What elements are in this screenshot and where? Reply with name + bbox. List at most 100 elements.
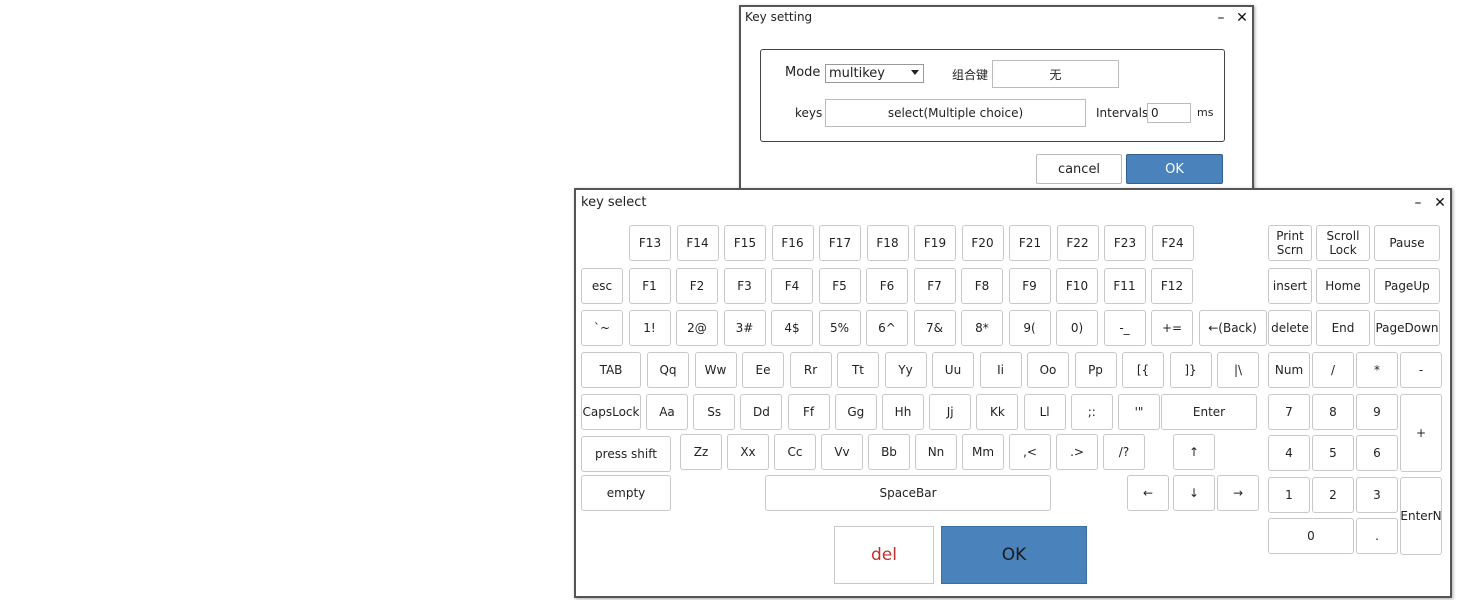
key-symbol[interactable]: /: [1312, 352, 1354, 388]
key-9[interactable]: 9(: [1008, 310, 1051, 346]
key-f20[interactable]: F20: [961, 225, 1004, 261]
key-num[interactable]: Num: [1268, 352, 1310, 388]
key-print-scrn[interactable]: Print Scrn: [1268, 225, 1312, 261]
key-2[interactable]: 2: [1312, 477, 1354, 513]
key-vv[interactable]: Vv: [821, 434, 863, 470]
key-uu[interactable]: Uu: [932, 352, 974, 388]
key-pp[interactable]: Pp: [1074, 352, 1117, 388]
key-yy[interactable]: Yy: [884, 352, 927, 388]
key-scroll-lock[interactable]: Scroll Lock: [1316, 225, 1370, 261]
key-ii[interactable]: Ii: [979, 352, 1022, 388]
key-ww[interactable]: Ww: [694, 352, 737, 388]
key-symbol[interactable]: ;:: [1070, 394, 1113, 430]
key-f24[interactable]: F24: [1151, 225, 1194, 261]
key-6[interactable]: 6^: [866, 310, 908, 346]
key-2[interactable]: 2@: [676, 310, 718, 346]
minimize-icon[interactable]: –: [1409, 194, 1427, 212]
key-rr[interactable]: Rr: [789, 352, 832, 388]
key-f13[interactable]: F13: [629, 225, 671, 261]
key-f21[interactable]: F21: [1009, 225, 1051, 261]
key-5[interactable]: 5: [1312, 435, 1354, 471]
key-pageup[interactable]: PageUp: [1374, 267, 1440, 304]
key-1[interactable]: 1: [1268, 477, 1310, 513]
key-symbol[interactable]: .: [1356, 518, 1398, 554]
key-symbol[interactable]: ]}: [1169, 352, 1212, 388]
key-symbol[interactable]: /?: [1103, 434, 1145, 470]
key-symbol[interactable]: ↓: [1173, 475, 1215, 511]
key-f9[interactable]: F9: [1008, 268, 1051, 304]
key-symbol[interactable]: ←: [1127, 475, 1169, 511]
key-f17[interactable]: F17: [819, 225, 861, 261]
key-ss[interactable]: Ss: [693, 394, 736, 430]
key-9[interactable]: 9: [1356, 394, 1398, 430]
key-f12[interactable]: F12: [1151, 268, 1193, 304]
key-f1[interactable]: F1: [628, 268, 671, 304]
cancel-button[interactable]: cancel: [1036, 154, 1122, 184]
key-entern[interactable]: EnterN: [1400, 477, 1442, 555]
key-f4[interactable]: F4: [771, 268, 813, 304]
key-symbol[interactable]: →: [1217, 475, 1259, 511]
key-f11[interactable]: F11: [1103, 268, 1146, 304]
key-esc[interactable]: esc: [581, 268, 623, 304]
key-symbol[interactable]: +: [1400, 394, 1442, 472]
key-end[interactable]: End: [1316, 310, 1370, 346]
key-1[interactable]: 1!: [628, 310, 671, 346]
keys-select-field[interactable]: select(Multiple choice): [825, 99, 1086, 127]
key-back[interactable]: ←(Back): [1198, 310, 1267, 346]
key-f2[interactable]: F2: [676, 268, 718, 304]
key-symbol[interactable]: |\: [1217, 352, 1259, 388]
key-f10[interactable]: F10: [1056, 268, 1098, 304]
key-hh[interactable]: Hh: [882, 394, 924, 430]
key-4[interactable]: 4: [1268, 435, 1310, 471]
key-dd[interactable]: Dd: [740, 394, 783, 430]
key-8[interactable]: 8: [1312, 394, 1354, 430]
key-zz[interactable]: Zz: [680, 434, 722, 470]
key-press-shift[interactable]: press shift: [581, 436, 671, 472]
key-8[interactable]: 8*: [961, 310, 1003, 346]
key-symbol[interactable]: *: [1356, 352, 1398, 388]
key-gg[interactable]: Gg: [834, 394, 877, 430]
key-0[interactable]: 0: [1268, 518, 1354, 554]
key-f8[interactable]: F8: [961, 268, 1003, 304]
key-ff[interactable]: Ff: [787, 394, 830, 430]
key-cc[interactable]: Cc: [774, 434, 816, 470]
combo-key-field[interactable]: 无: [992, 60, 1119, 88]
intervals-input[interactable]: 0: [1147, 103, 1191, 123]
key-aa[interactable]: Aa: [646, 394, 688, 430]
key-bb[interactable]: Bb: [868, 434, 910, 470]
key-symbol[interactable]: [{: [1122, 352, 1164, 388]
key-pause[interactable]: Pause: [1374, 225, 1440, 261]
key-qq[interactable]: Qq: [647, 352, 689, 388]
key-symbol[interactable]: -: [1400, 352, 1442, 388]
key-mm[interactable]: Mm: [962, 434, 1004, 470]
key-home[interactable]: Home: [1316, 267, 1370, 304]
key-xx[interactable]: Xx: [727, 434, 769, 470]
close-icon[interactable]: ✕: [1233, 9, 1251, 27]
key-f5[interactable]: F5: [818, 268, 861, 304]
key-symbol[interactable]: ↑: [1173, 434, 1215, 470]
key-6[interactable]: 6: [1356, 435, 1398, 471]
del-button[interactable]: del: [834, 526, 934, 584]
key-symbol[interactable]: +=: [1151, 310, 1193, 346]
key-pagedown[interactable]: PageDown: [1374, 310, 1440, 346]
key-tt[interactable]: Tt: [837, 352, 879, 388]
key-delete[interactable]: delete: [1268, 310, 1312, 346]
key-ll[interactable]: Ll: [1023, 394, 1066, 430]
key-kk[interactable]: Kk: [976, 394, 1019, 430]
ok-button[interactable]: OK: [1126, 154, 1223, 184]
key-f19[interactable]: F19: [914, 225, 956, 261]
key-jj[interactable]: Jj: [929, 394, 972, 430]
key-f23[interactable]: F23: [1104, 225, 1146, 261]
key-4[interactable]: 4$: [771, 310, 813, 346]
key-ee[interactable]: Ee: [742, 352, 784, 388]
key-5[interactable]: 5%: [818, 310, 861, 346]
key-f15[interactable]: F15: [724, 225, 766, 261]
key-capslock[interactable]: CapsLock: [581, 394, 641, 430]
confirm-ok-button[interactable]: OK: [941, 526, 1087, 584]
key-tab[interactable]: TAB: [581, 352, 641, 388]
key-nn[interactable]: Nn: [915, 434, 957, 470]
minimize-icon[interactable]: –: [1212, 9, 1230, 27]
key-symbol[interactable]: ,<: [1009, 434, 1051, 470]
key-symbol[interactable]: .>: [1056, 434, 1098, 470]
key-enter[interactable]: Enter: [1161, 394, 1257, 430]
